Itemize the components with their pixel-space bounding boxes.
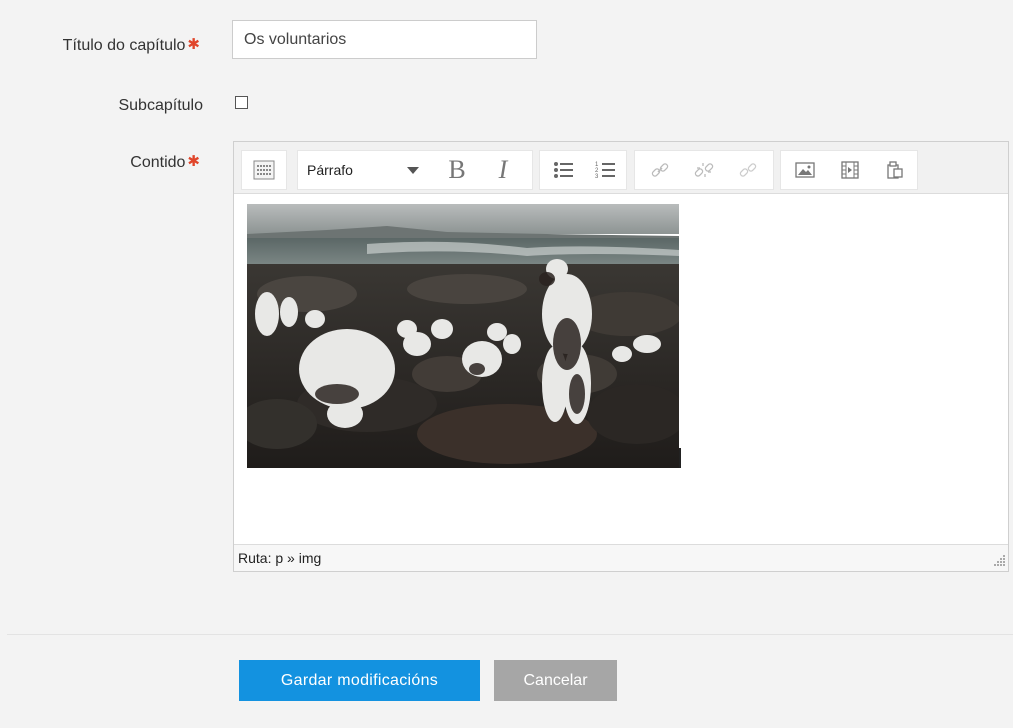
- link-icon[interactable]: [639, 151, 681, 189]
- subchapter-label: Subcapítulo: [118, 97, 203, 114]
- volunteers-photo[interactable]: [247, 204, 679, 468]
- required-icon: ✱: [187, 36, 200, 53]
- toolbar-group-toggle: [241, 150, 287, 190]
- content-label: Contido ✱: [20, 152, 200, 172]
- form-divider: [7, 634, 1013, 635]
- subchapter-checkbox[interactable]: [235, 96, 248, 109]
- insert-image-icon[interactable]: [783, 151, 827, 189]
- toolbar-group-links: [634, 150, 774, 190]
- chapter-title-label: Título do capítulo ✱: [20, 35, 200, 55]
- chapter-title-input[interactable]: [232, 20, 537, 59]
- rich-text-editor: Párrafo B I 1 2 3 Ruta: p » img: [233, 141, 1009, 572]
- insert-media-icon[interactable]: [828, 151, 872, 189]
- italic-button[interactable]: I: [483, 151, 523, 189]
- required-icon: ✱: [187, 153, 200, 170]
- resize-grip-icon[interactable]: [992, 552, 1006, 569]
- text-cursor: [679, 448, 681, 468]
- editor-toolbar: Párrafo B I 1 2 3: [234, 142, 1008, 194]
- svg-text:3: 3: [595, 174, 599, 180]
- toolbar-group-format: Párrafo B I: [297, 150, 533, 190]
- chevron-down-icon: [407, 167, 419, 174]
- bullet-list-icon[interactable]: [544, 151, 582, 189]
- anchor-link-icon[interactable]: [727, 151, 769, 189]
- bold-button[interactable]: B: [437, 151, 477, 189]
- paragraph-format-value: Párrafo: [307, 162, 353, 178]
- toolbar-group-media: [780, 150, 918, 190]
- save-changes-button[interactable]: Gardar modificacións: [239, 660, 480, 701]
- chapter-title-label-text: Título do capítulo: [62, 37, 186, 54]
- editor-content-area[interactable]: [234, 194, 1008, 546]
- paragraph-format-select[interactable]: Párrafo: [301, 151, 427, 189]
- toolbar-group-lists: 1 2 3: [539, 150, 627, 190]
- unlink-icon[interactable]: [683, 151, 725, 189]
- toolbar-toggle-icon[interactable]: [242, 151, 286, 189]
- paste-icon[interactable]: [873, 151, 917, 189]
- editor-statusbar: Ruta: p » img: [234, 544, 1008, 571]
- content-label-text: Contido: [130, 154, 186, 171]
- cancel-button[interactable]: Cancelar: [494, 660, 617, 701]
- numbered-list-icon[interactable]: 1 2 3: [586, 151, 624, 189]
- element-path: Ruta: p » img: [238, 550, 322, 566]
